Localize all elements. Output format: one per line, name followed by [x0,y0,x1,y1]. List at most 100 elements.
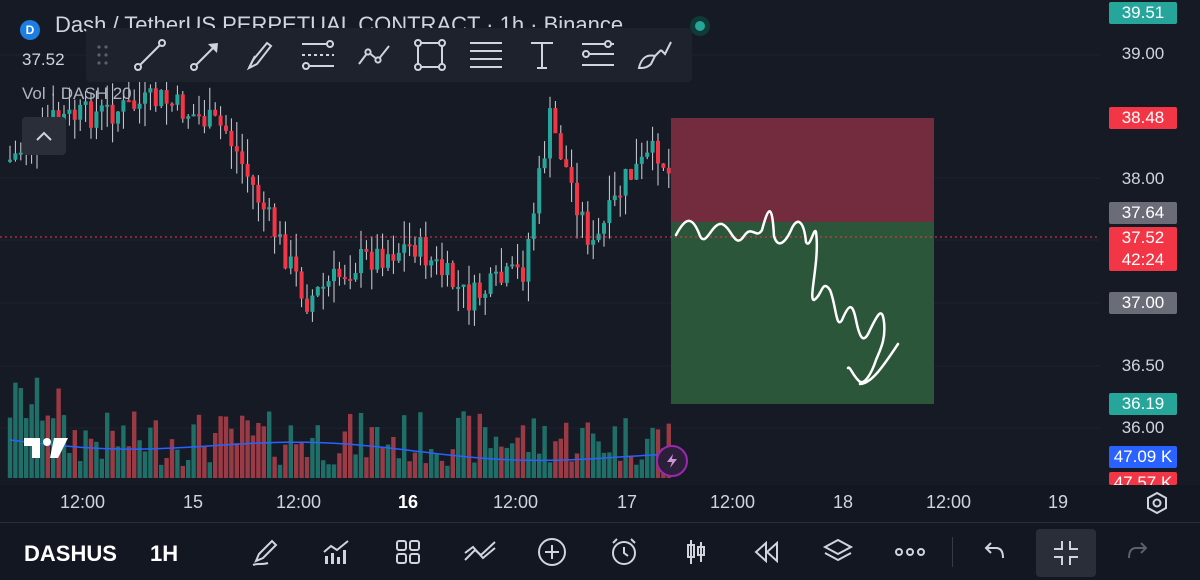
candle-body [575,182,579,216]
alert-icon[interactable] [604,533,644,571]
volume-bar [277,464,283,478]
lightning-icon[interactable] [656,445,688,477]
candle-body [197,114,201,117]
volume-bar [72,430,77,478]
volume-bar [207,462,212,478]
legend-price: 37.52 [22,50,65,69]
candle-body [278,234,282,237]
indicators-icon[interactable] [316,533,356,571]
volume-bar [88,438,94,478]
price-tag-high[interactable]: 39.51 [1109,2,1177,24]
fullscreen-exit-button[interactable] [1036,529,1096,577]
legend-volume[interactable]: Vol · DASH 20 [22,84,132,104]
candle-body [348,278,353,281]
candle-body [245,163,250,177]
text-icon[interactable] [522,36,562,74]
eraser-icon[interactable] [634,36,674,74]
volume-bar [245,420,250,478]
candle-body [186,116,191,119]
drag-handle-icon[interactable] [96,44,110,66]
chart-area[interactable]: D Dash / TetherUS PERPETUAL CONTRACT · 1… [0,0,1200,485]
candle-body [526,238,531,282]
settings-icon[interactable] [1144,490,1170,516]
volume-bar [326,464,331,478]
pen-icon[interactable] [245,533,285,571]
replay-icon[interactable] [746,533,786,571]
take-profit-zone[interactable] [671,222,934,404]
volume-bar [499,446,504,478]
volume-bar [542,425,547,478]
candle-body [564,159,569,168]
candle-body [423,237,428,266]
price-tag-stop[interactable]: 38.48 [1109,107,1177,129]
volume-bar [618,460,623,478]
price-tag-entry[interactable]: 37.64 [1109,202,1177,224]
interval-button[interactable]: 1H [150,541,178,567]
candle-body [407,244,412,247]
volume-bar [650,427,655,478]
volume-bar [164,457,169,478]
divider [952,537,953,567]
market-status-icon [690,16,710,36]
candle-body [8,159,12,162]
candle-body [456,286,461,289]
volume-bar [439,460,445,478]
volume-bar [596,441,601,478]
volume-bar [142,451,148,478]
price-tag-target[interactable]: 36.19 [1109,393,1177,415]
candle-body [375,248,380,270]
trend-line-icon[interactable] [130,36,170,74]
volume-bar [591,433,596,478]
volume-tag: 47.57 K [1109,472,1177,485]
volume-bar [256,422,261,478]
long-position-icon[interactable] [578,36,618,74]
candle-body [429,260,434,266]
volume-bar [213,432,218,478]
candle-body [180,94,185,119]
layers-icon[interactable] [818,533,858,571]
stop-loss-zone[interactable] [671,118,934,222]
brush-icon[interactable] [242,36,282,74]
volume-bar [250,435,256,478]
candle-body [359,249,363,274]
redo-icon[interactable] [1118,533,1158,571]
rectangle-icon[interactable] [410,36,450,74]
arrow-icon[interactable] [186,36,226,74]
candle-body [283,234,288,269]
more-icon[interactable] [890,533,930,571]
volume-bar [537,453,542,478]
collapse-legend-button[interactable] [22,117,66,155]
volume-bar [493,436,499,478]
text-lines-icon[interactable] [466,36,506,74]
volume-bar [634,464,639,478]
undo-icon[interactable] [974,533,1014,571]
candle-body [67,109,72,114]
candle-body [656,140,660,164]
candle-body [267,207,272,210]
candle-body [89,101,93,128]
candle-body [531,213,536,239]
volume-bar [531,418,536,478]
candle-body [224,125,228,131]
volume-bar [483,427,488,478]
add-icon[interactable] [532,533,572,571]
candle-body [234,146,239,152]
candle-body [202,116,207,127]
price-tag-level[interactable]: 37.00 [1109,292,1177,314]
path-icon[interactable] [354,36,394,74]
layouts-icon[interactable] [388,533,428,571]
symbol-button[interactable]: DASHUS [24,541,117,567]
time-axis-label: 12:00 [926,492,972,512]
price-tag-current[interactable]: 37.52 [1109,227,1177,249]
candle-body [569,167,574,183]
compare-icon[interactable] [460,533,500,571]
candle-body [143,92,147,104]
time-axis-label: 19 [1048,492,1069,512]
time-axis-label: 12:00 [493,492,539,512]
volume-bar [364,457,369,478]
candle-body [461,284,466,287]
volume-bar [202,446,207,478]
fib-retracement-icon[interactable] [298,36,338,74]
candle-type-icon[interactable] [676,533,716,571]
volume-bar [310,437,315,478]
